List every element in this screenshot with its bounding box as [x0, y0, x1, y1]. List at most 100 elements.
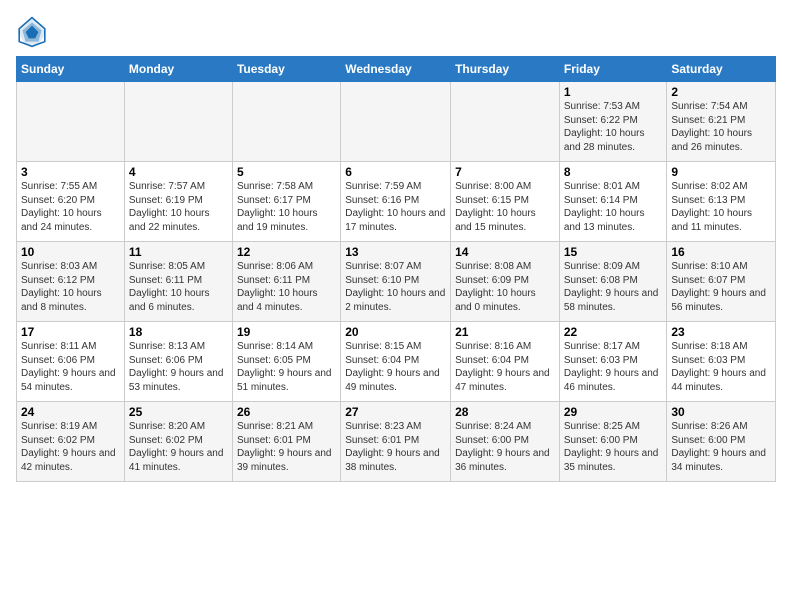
- calendar-cell: 9Sunrise: 8:02 AM Sunset: 6:13 PM Daylig…: [667, 162, 776, 242]
- day-info: Sunrise: 8:19 AM Sunset: 6:02 PM Dayligh…: [21, 420, 120, 474]
- day-number: 19: [237, 325, 336, 339]
- day-number: 10: [21, 245, 120, 259]
- weekday-header-monday: Monday: [124, 57, 232, 82]
- day-number: 11: [129, 245, 228, 259]
- day-number: 18: [129, 325, 228, 339]
- calendar-cell: 7Sunrise: 8:00 AM Sunset: 6:15 PM Daylig…: [451, 162, 560, 242]
- day-info: Sunrise: 8:13 AM Sunset: 6:06 PM Dayligh…: [129, 340, 228, 394]
- header: [16, 16, 776, 48]
- day-number: 14: [455, 245, 555, 259]
- day-number: 9: [671, 165, 771, 179]
- day-info: Sunrise: 7:58 AM Sunset: 6:17 PM Dayligh…: [237, 180, 336, 234]
- day-number: 29: [564, 405, 663, 419]
- weekday-header-saturday: Saturday: [667, 57, 776, 82]
- calendar-cell: [124, 82, 232, 162]
- weekday-header-thursday: Thursday: [451, 57, 560, 82]
- day-info: Sunrise: 8:14 AM Sunset: 6:05 PM Dayligh…: [237, 340, 336, 394]
- day-info: Sunrise: 8:21 AM Sunset: 6:01 PM Dayligh…: [237, 420, 336, 474]
- day-info: Sunrise: 8:01 AM Sunset: 6:14 PM Dayligh…: [564, 180, 663, 234]
- day-info: Sunrise: 7:54 AM Sunset: 6:21 PM Dayligh…: [671, 100, 771, 154]
- day-info: Sunrise: 8:18 AM Sunset: 6:03 PM Dayligh…: [671, 340, 771, 394]
- calendar-cell: [451, 82, 560, 162]
- day-number: 28: [455, 405, 555, 419]
- calendar-cell: 5Sunrise: 7:58 AM Sunset: 6:17 PM Daylig…: [232, 162, 340, 242]
- calendar-table: SundayMondayTuesdayWednesdayThursdayFrid…: [16, 56, 776, 482]
- calendar-cell: 26Sunrise: 8:21 AM Sunset: 6:01 PM Dayli…: [232, 402, 340, 482]
- day-number: 23: [671, 325, 771, 339]
- day-number: 22: [564, 325, 663, 339]
- day-number: 30: [671, 405, 771, 419]
- day-info: Sunrise: 8:15 AM Sunset: 6:04 PM Dayligh…: [345, 340, 446, 394]
- day-number: 12: [237, 245, 336, 259]
- day-number: 27: [345, 405, 446, 419]
- day-info: Sunrise: 7:53 AM Sunset: 6:22 PM Dayligh…: [564, 100, 663, 154]
- day-info: Sunrise: 8:03 AM Sunset: 6:12 PM Dayligh…: [21, 260, 120, 314]
- day-number: 16: [671, 245, 771, 259]
- calendar-cell: 28Sunrise: 8:24 AM Sunset: 6:00 PM Dayli…: [451, 402, 560, 482]
- day-info: Sunrise: 8:24 AM Sunset: 6:00 PM Dayligh…: [455, 420, 555, 474]
- day-info: Sunrise: 8:05 AM Sunset: 6:11 PM Dayligh…: [129, 260, 228, 314]
- day-number: 4: [129, 165, 228, 179]
- calendar-cell: 27Sunrise: 8:23 AM Sunset: 6:01 PM Dayli…: [341, 402, 451, 482]
- calendar-cell: 6Sunrise: 7:59 AM Sunset: 6:16 PM Daylig…: [341, 162, 451, 242]
- calendar-cell: 25Sunrise: 8:20 AM Sunset: 6:02 PM Dayli…: [124, 402, 232, 482]
- calendar-cell: 10Sunrise: 8:03 AM Sunset: 6:12 PM Dayli…: [17, 242, 125, 322]
- day-info: Sunrise: 8:26 AM Sunset: 6:00 PM Dayligh…: [671, 420, 771, 474]
- calendar-cell: [232, 82, 340, 162]
- calendar-cell: 29Sunrise: 8:25 AM Sunset: 6:00 PM Dayli…: [559, 402, 667, 482]
- day-number: 24: [21, 405, 120, 419]
- calendar-cell: 23Sunrise: 8:18 AM Sunset: 6:03 PM Dayli…: [667, 322, 776, 402]
- day-info: Sunrise: 8:02 AM Sunset: 6:13 PM Dayligh…: [671, 180, 771, 234]
- day-number: 2: [671, 85, 771, 99]
- day-info: Sunrise: 8:08 AM Sunset: 6:09 PM Dayligh…: [455, 260, 555, 314]
- weekday-header-wednesday: Wednesday: [341, 57, 451, 82]
- day-number: 21: [455, 325, 555, 339]
- calendar-cell: 15Sunrise: 8:09 AM Sunset: 6:08 PM Dayli…: [559, 242, 667, 322]
- day-info: Sunrise: 7:55 AM Sunset: 6:20 PM Dayligh…: [21, 180, 120, 234]
- day-info: Sunrise: 8:20 AM Sunset: 6:02 PM Dayligh…: [129, 420, 228, 474]
- calendar-cell: 17Sunrise: 8:11 AM Sunset: 6:06 PM Dayli…: [17, 322, 125, 402]
- day-number: 13: [345, 245, 446, 259]
- calendar-cell: 16Sunrise: 8:10 AM Sunset: 6:07 PM Dayli…: [667, 242, 776, 322]
- day-info: Sunrise: 8:07 AM Sunset: 6:10 PM Dayligh…: [345, 260, 446, 314]
- calendar-cell: 1Sunrise: 7:53 AM Sunset: 6:22 PM Daylig…: [559, 82, 667, 162]
- day-number: 6: [345, 165, 446, 179]
- day-number: 15: [564, 245, 663, 259]
- day-info: Sunrise: 8:09 AM Sunset: 6:08 PM Dayligh…: [564, 260, 663, 314]
- calendar-cell: 3Sunrise: 7:55 AM Sunset: 6:20 PM Daylig…: [17, 162, 125, 242]
- weekday-header-sunday: Sunday: [17, 57, 125, 82]
- calendar-cell: 4Sunrise: 7:57 AM Sunset: 6:19 PM Daylig…: [124, 162, 232, 242]
- calendar-cell: 24Sunrise: 8:19 AM Sunset: 6:02 PM Dayli…: [17, 402, 125, 482]
- logo-icon: [16, 16, 48, 48]
- day-info: Sunrise: 8:17 AM Sunset: 6:03 PM Dayligh…: [564, 340, 663, 394]
- day-number: 25: [129, 405, 228, 419]
- day-info: Sunrise: 8:23 AM Sunset: 6:01 PM Dayligh…: [345, 420, 446, 474]
- day-number: 20: [345, 325, 446, 339]
- calendar-cell: 20Sunrise: 8:15 AM Sunset: 6:04 PM Dayli…: [341, 322, 451, 402]
- weekday-header-friday: Friday: [559, 57, 667, 82]
- calendar-cell: 8Sunrise: 8:01 AM Sunset: 6:14 PM Daylig…: [559, 162, 667, 242]
- calendar-cell: 22Sunrise: 8:17 AM Sunset: 6:03 PM Dayli…: [559, 322, 667, 402]
- day-number: 5: [237, 165, 336, 179]
- calendar-cell: 18Sunrise: 8:13 AM Sunset: 6:06 PM Dayli…: [124, 322, 232, 402]
- calendar-cell: [341, 82, 451, 162]
- calendar-cell: [17, 82, 125, 162]
- weekday-header-tuesday: Tuesday: [232, 57, 340, 82]
- day-info: Sunrise: 7:57 AM Sunset: 6:19 PM Dayligh…: [129, 180, 228, 234]
- calendar-cell: 11Sunrise: 8:05 AM Sunset: 6:11 PM Dayli…: [124, 242, 232, 322]
- day-info: Sunrise: 8:16 AM Sunset: 6:04 PM Dayligh…: [455, 340, 555, 394]
- day-info: Sunrise: 8:10 AM Sunset: 6:07 PM Dayligh…: [671, 260, 771, 314]
- day-info: Sunrise: 8:11 AM Sunset: 6:06 PM Dayligh…: [21, 340, 120, 394]
- calendar-cell: 21Sunrise: 8:16 AM Sunset: 6:04 PM Dayli…: [451, 322, 560, 402]
- day-number: 7: [455, 165, 555, 179]
- calendar-cell: 12Sunrise: 8:06 AM Sunset: 6:11 PM Dayli…: [232, 242, 340, 322]
- day-info: Sunrise: 8:25 AM Sunset: 6:00 PM Dayligh…: [564, 420, 663, 474]
- calendar-cell: 13Sunrise: 8:07 AM Sunset: 6:10 PM Dayli…: [341, 242, 451, 322]
- day-number: 3: [21, 165, 120, 179]
- day-number: 17: [21, 325, 120, 339]
- calendar-cell: 14Sunrise: 8:08 AM Sunset: 6:09 PM Dayli…: [451, 242, 560, 322]
- day-number: 1: [564, 85, 663, 99]
- day-number: 8: [564, 165, 663, 179]
- logo: [16, 16, 52, 48]
- day-info: Sunrise: 8:06 AM Sunset: 6:11 PM Dayligh…: [237, 260, 336, 314]
